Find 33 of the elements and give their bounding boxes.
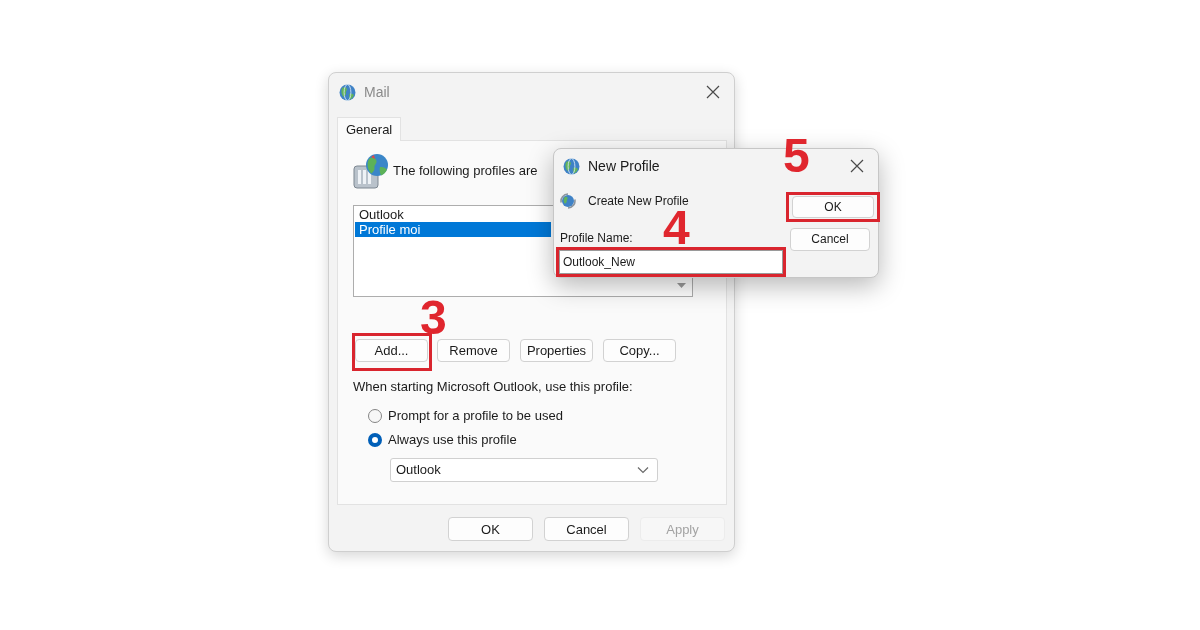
radio-button[interactable] — [368, 409, 382, 423]
chevron-down-icon — [637, 466, 649, 474]
list-item[interactable]: Outlook — [355, 207, 551, 222]
tab[interactable]: General — [337, 117, 402, 141]
step-number: 4 — [663, 210, 690, 246]
dialog-button[interactable]: OK — [448, 517, 533, 541]
startup-label: When starting Microsoft Outlook, use this profile: — [353, 379, 634, 395]
field-label: Profile Name: — [560, 231, 634, 245]
profile-button[interactable]: Properties — [520, 339, 593, 362]
window-title: New Profile — [588, 157, 660, 175]
globe-icon — [563, 157, 580, 175]
close-icon[interactable] — [850, 159, 864, 173]
radio-button[interactable] — [368, 433, 382, 447]
dialog-button[interactable]: Cancel — [790, 228, 870, 251]
radio-label[interactable]: Always use this profile — [388, 432, 517, 448]
profile-button[interactable]: Copy... — [603, 339, 676, 362]
profile-button[interactable]: Remove — [437, 339, 510, 362]
list-item[interactable]: Profile moi — [355, 222, 551, 237]
profile-name-field[interactable]: Outlook_New — [559, 250, 783, 274]
globe-icon — [560, 193, 576, 209]
step-number: 5 — [783, 138, 810, 174]
window-title: Mail — [364, 83, 390, 101]
intro-text: The following profiles are — [393, 163, 538, 179]
scroll-arrow-icon[interactable] — [677, 283, 686, 288]
profile-dropdown[interactable]: Outlook — [390, 458, 658, 482]
radio-label[interactable]: Prompt for a profile to be used — [388, 408, 563, 424]
globe-icon — [339, 83, 356, 101]
step-number: 3 — [420, 300, 447, 336]
dialog-button[interactable]: Cancel — [544, 517, 629, 541]
profile-button[interactable]: Add... — [355, 339, 428, 362]
close-icon[interactable] — [706, 85, 720, 99]
dialog-button[interactable]: OK — [792, 196, 874, 218]
server-globe-icon — [353, 153, 389, 189]
